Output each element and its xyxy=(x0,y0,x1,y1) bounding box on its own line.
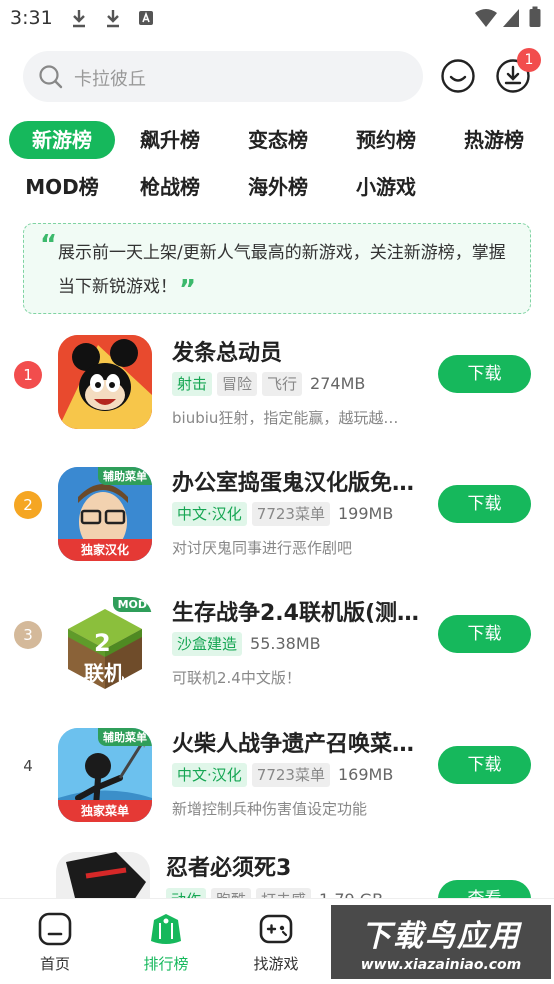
game-description: 可联机2.4中文版！ xyxy=(172,669,301,687)
game-tag: 中文·汉化 xyxy=(172,502,247,526)
file-size: 55.38MB xyxy=(250,634,321,653)
icon-number: 2 xyxy=(94,629,111,657)
chat-icon[interactable] xyxy=(440,58,476,94)
game-icon[interactable]: MOD 2 联机 xyxy=(58,597,152,691)
gamepad-icon xyxy=(259,914,293,944)
rank-badge: 1 xyxy=(14,361,42,389)
game-tag: 冒险 xyxy=(217,372,258,396)
status-time: 3:31 xyxy=(10,7,53,29)
game-title[interactable]: 火柴人战争遗产召唤菜单版 xyxy=(172,726,422,758)
wifi-icon xyxy=(475,9,497,27)
game-row[interactable]: 2 辅助菜单 独家汉化 办公室捣蛋鬼汉化版免广告 中文·汉化 7723菜单 199M… xyxy=(0,465,554,595)
icon-text: 联机 xyxy=(84,661,124,685)
game-tag: 动作 xyxy=(166,888,207,898)
download-status-icon xyxy=(73,10,85,28)
download-button[interactable]: 下载 xyxy=(438,615,531,653)
game-icon[interactable]: 辅助菜单 独家汉化 xyxy=(58,467,152,561)
file-size: 199MB xyxy=(337,504,394,523)
icon-corner-label: 辅助菜单 xyxy=(98,728,152,746)
rank-badge: 3 xyxy=(14,621,42,649)
file-size: 169MB xyxy=(337,765,394,784)
game-title[interactable]: 办公室捣蛋鬼汉化版免广告 xyxy=(172,465,422,497)
info-banner: “ 展示前一天上架/更新人气最高的新游戏，关注新游榜，掌握当下新锐游戏！” xyxy=(23,223,531,314)
game-tag: 打击感 xyxy=(256,888,312,898)
tag-list: 中文·汉化 7723菜单 199MB xyxy=(172,502,393,526)
file-size: 274MB xyxy=(310,374,366,393)
watermark-title: 下载鸟应用 xyxy=(361,919,521,954)
game-title[interactable]: 发条总动员 xyxy=(172,335,422,367)
status-bar: 3:31 xyxy=(0,0,554,36)
nav-label: 找游戏 xyxy=(253,955,299,973)
nav-label: 排行榜 xyxy=(143,955,189,973)
file-size: 1.79 GB xyxy=(319,888,383,898)
tag-list: 射击 冒险 飞行 274MB xyxy=(172,372,365,396)
game-tag: 中文·汉化 xyxy=(172,763,247,787)
game-title[interactable]: 生存战争2.4联机版(测试版) xyxy=(172,595,422,627)
tab-preorder[interactable]: 预约榜 xyxy=(336,121,436,159)
close-quote: ” xyxy=(179,275,197,305)
game-tag: 沙盒建造 xyxy=(172,632,243,656)
search-placeholder: 卡拉彼丘 xyxy=(74,69,146,90)
game-row[interactable]: 1 发条总动员 射击 冒险 飞行 274MB biubiu狂射，指定能赢，越玩越上头 … xyxy=(0,335,554,465)
game-tag: 7723菜单 xyxy=(251,502,330,526)
battery-icon xyxy=(529,6,541,27)
game-description: biubiu狂射，指定能赢，越玩越上头 xyxy=(172,409,402,427)
ninja-icon xyxy=(56,852,150,898)
open-quote: “ xyxy=(40,230,58,260)
watermark: 下载鸟应用 www.xiazainiao.com xyxy=(331,905,551,979)
tab-new-games[interactable]: 新游榜 xyxy=(9,121,115,159)
ranking-icon xyxy=(151,914,181,944)
tab-shooter[interactable]: 枪战榜 xyxy=(120,168,220,206)
watermark-url: www.xiazainiao.com xyxy=(360,957,522,973)
banner-text: 展示前一天上架/更新人气最高的新游戏，关注新游榜，掌握当下新锐游戏！” xyxy=(58,238,518,305)
signal-icon xyxy=(503,9,519,27)
search-icon xyxy=(39,65,63,89)
banner-message: 展示前一天上架/更新人气最高的新游戏，关注新游榜，掌握当下新锐游戏！ xyxy=(58,243,506,297)
cartoon-character-icon xyxy=(58,335,152,429)
game-icon[interactable]: 辅助菜单 独家菜单 xyxy=(58,728,152,822)
tab-mini-games[interactable]: 小游戏 xyxy=(336,168,436,206)
nav-find-games[interactable]: 找游戏 xyxy=(236,911,316,974)
game-description: 新增控制兵种伤害值设定功能 xyxy=(172,800,368,818)
game-row[interactable]: 3 MOD 2 联机 生存战争2.4联机版(测试版) 沙盒建造 55.38MB 可… xyxy=(0,595,554,725)
game-icon[interactable] xyxy=(56,852,150,898)
download-status-icon xyxy=(107,10,119,28)
icon-corner-label: MOD xyxy=(112,597,152,612)
rank-number: 4 xyxy=(23,757,33,775)
game-tag: 飞行 xyxy=(262,372,303,396)
icon-footer-label: 独家汉化 xyxy=(58,539,152,561)
game-description: 对讨厌鬼同事进行恶作剧吧 xyxy=(172,539,353,557)
tag-list: 沙盒建造 55.38MB xyxy=(172,632,321,656)
search-input[interactable]: 卡拉彼丘 xyxy=(23,51,423,102)
tab-rising[interactable]: 飙升榜 xyxy=(120,121,220,159)
nav-label: 首页 xyxy=(39,955,70,973)
icon-footer-label: 独家菜单 xyxy=(58,800,152,822)
tab-overseas[interactable]: 海外榜 xyxy=(228,168,328,206)
tab-mod[interactable]: MOD榜 xyxy=(12,168,112,206)
game-tag: 射击 xyxy=(172,372,213,396)
nav-ranking[interactable]: 排行榜 xyxy=(126,911,206,974)
game-tag: 7723菜单 xyxy=(251,763,330,787)
game-row[interactable]: 4 辅助菜单 独家菜单 火柴人战争遗产召唤菜单版 中文·汉化 7723菜单 169M… xyxy=(0,726,554,856)
tag-list: 动作跑酷打击感 1.79 GB xyxy=(166,888,383,898)
game-title[interactable]: 忍者必须死3 xyxy=(166,850,416,882)
download-button[interactable]: 下载 xyxy=(438,485,531,523)
icon-corner-label: 辅助菜单 xyxy=(98,467,152,485)
game-row[interactable]: 5 忍者必须死3 动作跑酷打击感1.79 GB 查看 xyxy=(0,850,554,898)
view-button[interactable]: 查看 xyxy=(438,880,531,898)
tab-hot[interactable]: 热游榜 xyxy=(444,121,544,159)
rank-badge: 2 xyxy=(14,491,42,519)
tag-list: 中文·汉化 7723菜单 169MB xyxy=(172,763,393,787)
download-button[interactable]: 下载 xyxy=(438,746,531,784)
font-status-icon xyxy=(139,11,153,25)
home-icon xyxy=(38,912,72,946)
download-count-badge: 1 xyxy=(517,48,541,72)
game-tag: 跑酷 xyxy=(211,888,252,898)
tab-modded[interactable]: 变态榜 xyxy=(228,121,328,159)
download-button[interactable]: 下载 xyxy=(438,355,531,393)
game-icon[interactable] xyxy=(58,335,152,429)
nav-home[interactable]: 首页 xyxy=(15,911,95,974)
